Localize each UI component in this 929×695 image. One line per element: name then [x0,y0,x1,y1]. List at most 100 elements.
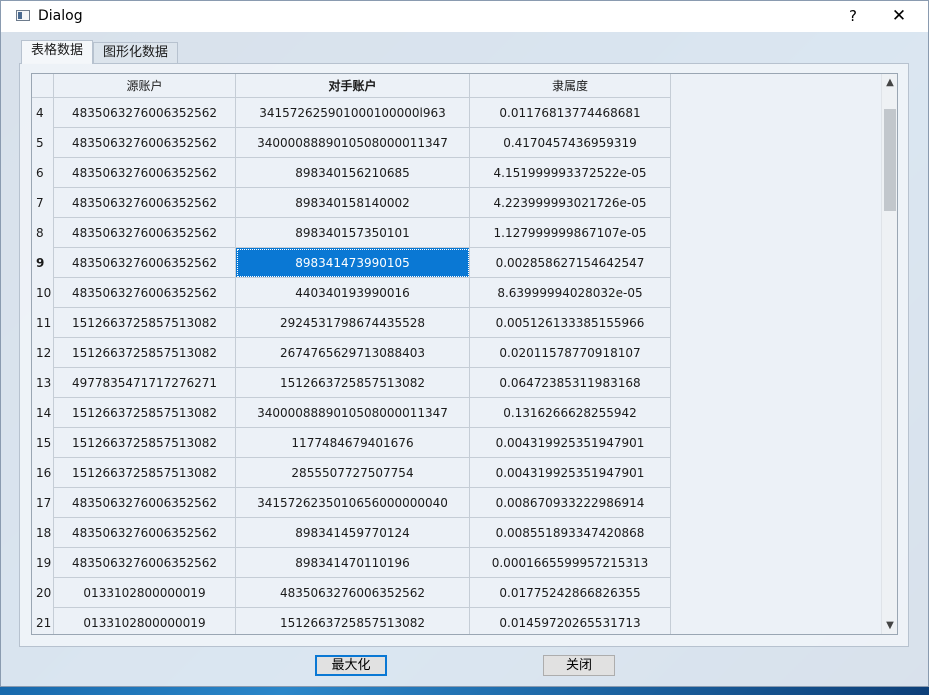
row-header[interactable]: 9 [32,248,54,278]
row-header[interactable]: 13 [32,368,54,398]
tab-graph-data[interactable]: 图形化数据 [93,42,179,63]
table-row[interactable]: 19 4835063276006352562 898341470110196 0.00… [32,548,882,578]
table-row[interactable]: 18 4835063276006352562 898341459770124 0.00… [32,518,882,548]
table-row[interactable]: 7 4835063276006352562 898340158140002 4.223… [32,188,882,218]
row-header[interactable]: 5 [32,128,54,158]
table-row[interactable]: 8 4835063276006352562 898340157350101 1.127… [32,218,882,248]
cell-counterparty-account[interactable]: 898340156210685 [236,158,470,188]
cell-counterparty-account[interactable]: 2924531798674435528 [236,308,470,338]
row-header[interactable]: 11 [32,308,54,338]
table-row[interactable]: 4 4835063276006352562 34157262590100010000… [32,98,882,128]
title-bar[interactable]: Dialog ? ✕ [1,1,928,32]
cell-counterparty-account[interactable]: 898341459770124 [236,518,470,548]
cell-counterparty-account[interactable]: 1512663725857513082 [236,608,470,634]
row-header[interactable]: 4 [32,98,54,128]
row-header[interactable]: 7 [32,188,54,218]
cell-membership[interactable]: 0.004319925351947901 [470,428,671,458]
cell-source-account[interactable]: 4835063276006352562 [54,488,236,518]
cell-counterparty-account[interactable]: 2855507727507754 [236,458,470,488]
cell-membership[interactable]: 0.01176813774468681 [470,98,671,128]
table-row[interactable]: 20 0133102800000019 4835063276006352562 0.0… [32,578,882,608]
cell-membership[interactable]: 0.005126133385155966 [470,308,671,338]
row-header[interactable]: 19 [32,548,54,578]
cell-source-account[interactable]: 0133102800000019 [54,578,236,608]
cell-counterparty-account[interactable]: 2674765629713088403 [236,338,470,368]
row-header[interactable]: 17 [32,488,54,518]
cell-membership[interactable]: 0.4170457436959319 [470,128,671,158]
cell-source-account[interactable]: 0133102800000019 [54,608,236,634]
cell-counterparty-account[interactable]: 4835063276006352562 [236,578,470,608]
row-header[interactable]: 8 [32,218,54,248]
row-header[interactable]: 10 [32,278,54,308]
table-row[interactable]: 17 4835063276006352562 3415726235010656000… [32,488,882,518]
cell-counterparty-account[interactable]: 1512663725857513082 [236,368,470,398]
cell-membership[interactable]: 0.01459720265531713 [470,608,671,634]
cell-membership[interactable]: 0.002858627154642547 [470,248,671,278]
help-button[interactable]: ? [841,5,865,27]
row-header[interactable]: 18 [32,518,54,548]
table-corner-button[interactable] [32,74,54,98]
cell-source-account[interactable]: 4835063276006352562 [54,98,236,128]
row-header[interactable]: 21 [32,608,54,634]
cell-membership[interactable]: 0.06472385311983168 [470,368,671,398]
cell-membership[interactable]: 4.223999993021726e-05 [470,188,671,218]
cell-source-account[interactable]: 4835063276006352562 [54,218,236,248]
table-row[interactable]: 15 1512663725857513082 1177484679401676 0.0… [32,428,882,458]
row-header[interactable]: 20 [32,578,54,608]
cell-source-account[interactable]: 4835063276006352562 [54,278,236,308]
cell-counterparty-account[interactable]: 3400008889010508000011347 [236,398,470,428]
tab-table-data[interactable]: 表格数据 [21,40,94,64]
column-header-source-account[interactable]: 源账户 [54,74,236,98]
row-header[interactable]: 12 [32,338,54,368]
cell-membership[interactable]: 1.127999999867107e-05 [470,218,671,248]
row-header[interactable]: 14 [32,398,54,428]
cell-membership[interactable]: 4.151999993372522e-05 [470,158,671,188]
cell-membership[interactable]: 0.02011578770918107 [470,338,671,368]
close-window-button[interactable]: ✕ [886,5,912,27]
cell-membership[interactable]: 0.008670933222986914 [470,488,671,518]
table-row[interactable]: 13 4977835471717276271 1512663725857513082… [32,368,882,398]
cell-source-account[interactable]: 4835063276006352562 [54,248,236,278]
close-button[interactable]: 关闭 [543,655,615,676]
cell-membership[interactable]: 0.01775242866826355 [470,578,671,608]
table-row[interactable]: 11 1512663725857513082 2924531798674435528… [32,308,882,338]
column-header-membership[interactable]: 隶属度 [470,74,671,98]
cell-counterparty-account[interactable]: 898340158140002 [236,188,470,218]
table-row[interactable]: 12 1512663725857513082 2674765629713088403… [32,338,882,368]
maximize-button[interactable]: 最大化 [315,655,387,676]
cell-source-account[interactable]: 4835063276006352562 [54,128,236,158]
table-row[interactable]: 5 4835063276006352562 34000088890105080000… [32,128,882,158]
row-header[interactable]: 6 [32,158,54,188]
cell-source-account[interactable]: 4835063276006352562 [54,158,236,188]
cell-source-account[interactable]: 4835063276006352562 [54,518,236,548]
table-row[interactable]: 14 1512663725857513082 3400008889010508000… [32,398,882,428]
cell-membership[interactable]: 8.63999994028032e-05 [470,278,671,308]
table-row[interactable]: 16 1512663725857513082 2855507727507754 0.0… [32,458,882,488]
row-header[interactable]: 15 [32,428,54,458]
cell-counterparty-account[interactable]: 898341473990105 [236,248,470,278]
cell-source-account[interactable]: 1512663725857513082 [54,428,236,458]
cell-source-account[interactable]: 4835063276006352562 [54,188,236,218]
cell-membership[interactable]: 0.008551893347420868 [470,518,671,548]
table-row[interactable]: 6 4835063276006352562 898340156210685 4.151… [32,158,882,188]
cell-counterparty-account[interactable]: 341572625901000100000l963 [236,98,470,128]
row-header[interactable]: 16 [32,458,54,488]
cell-source-account[interactable]: 1512663725857513082 [54,458,236,488]
vertical-scrollbar[interactable]: ▲ ▼ [881,74,897,634]
cell-membership[interactable]: 0.004319925351947901 [470,458,671,488]
cell-counterparty-account[interactable]: 440340193990016 [236,278,470,308]
cell-source-account[interactable]: 1512663725857513082 [54,308,236,338]
cell-membership[interactable]: 0.1316266628255942 [470,398,671,428]
cell-counterparty-account[interactable]: 3415726235010656000000040 [236,488,470,518]
cell-counterparty-account[interactable]: 3400008889010508000011347 [236,128,470,158]
cell-counterparty-account[interactable]: 898341470110196 [236,548,470,578]
scroll-up-arrow-icon[interactable]: ▲ [882,74,897,91]
cell-counterparty-account[interactable]: 1177484679401676 [236,428,470,458]
table-row[interactable]: 10 4835063276006352562 440340193990016 8.63… [32,278,882,308]
cell-source-account[interactable]: 4835063276006352562 [54,548,236,578]
cell-counterparty-account[interactable]: 898340157350101 [236,218,470,248]
data-table[interactable]: 源账户 对手账户 隶属度 4 4835063276006352562 3415726… [31,73,898,635]
column-header-counterparty-account[interactable]: 对手账户 [236,74,470,98]
cell-source-account[interactable]: 4977835471717276271 [54,368,236,398]
cell-membership[interactable]: 0.0001665599957215313 [470,548,671,578]
